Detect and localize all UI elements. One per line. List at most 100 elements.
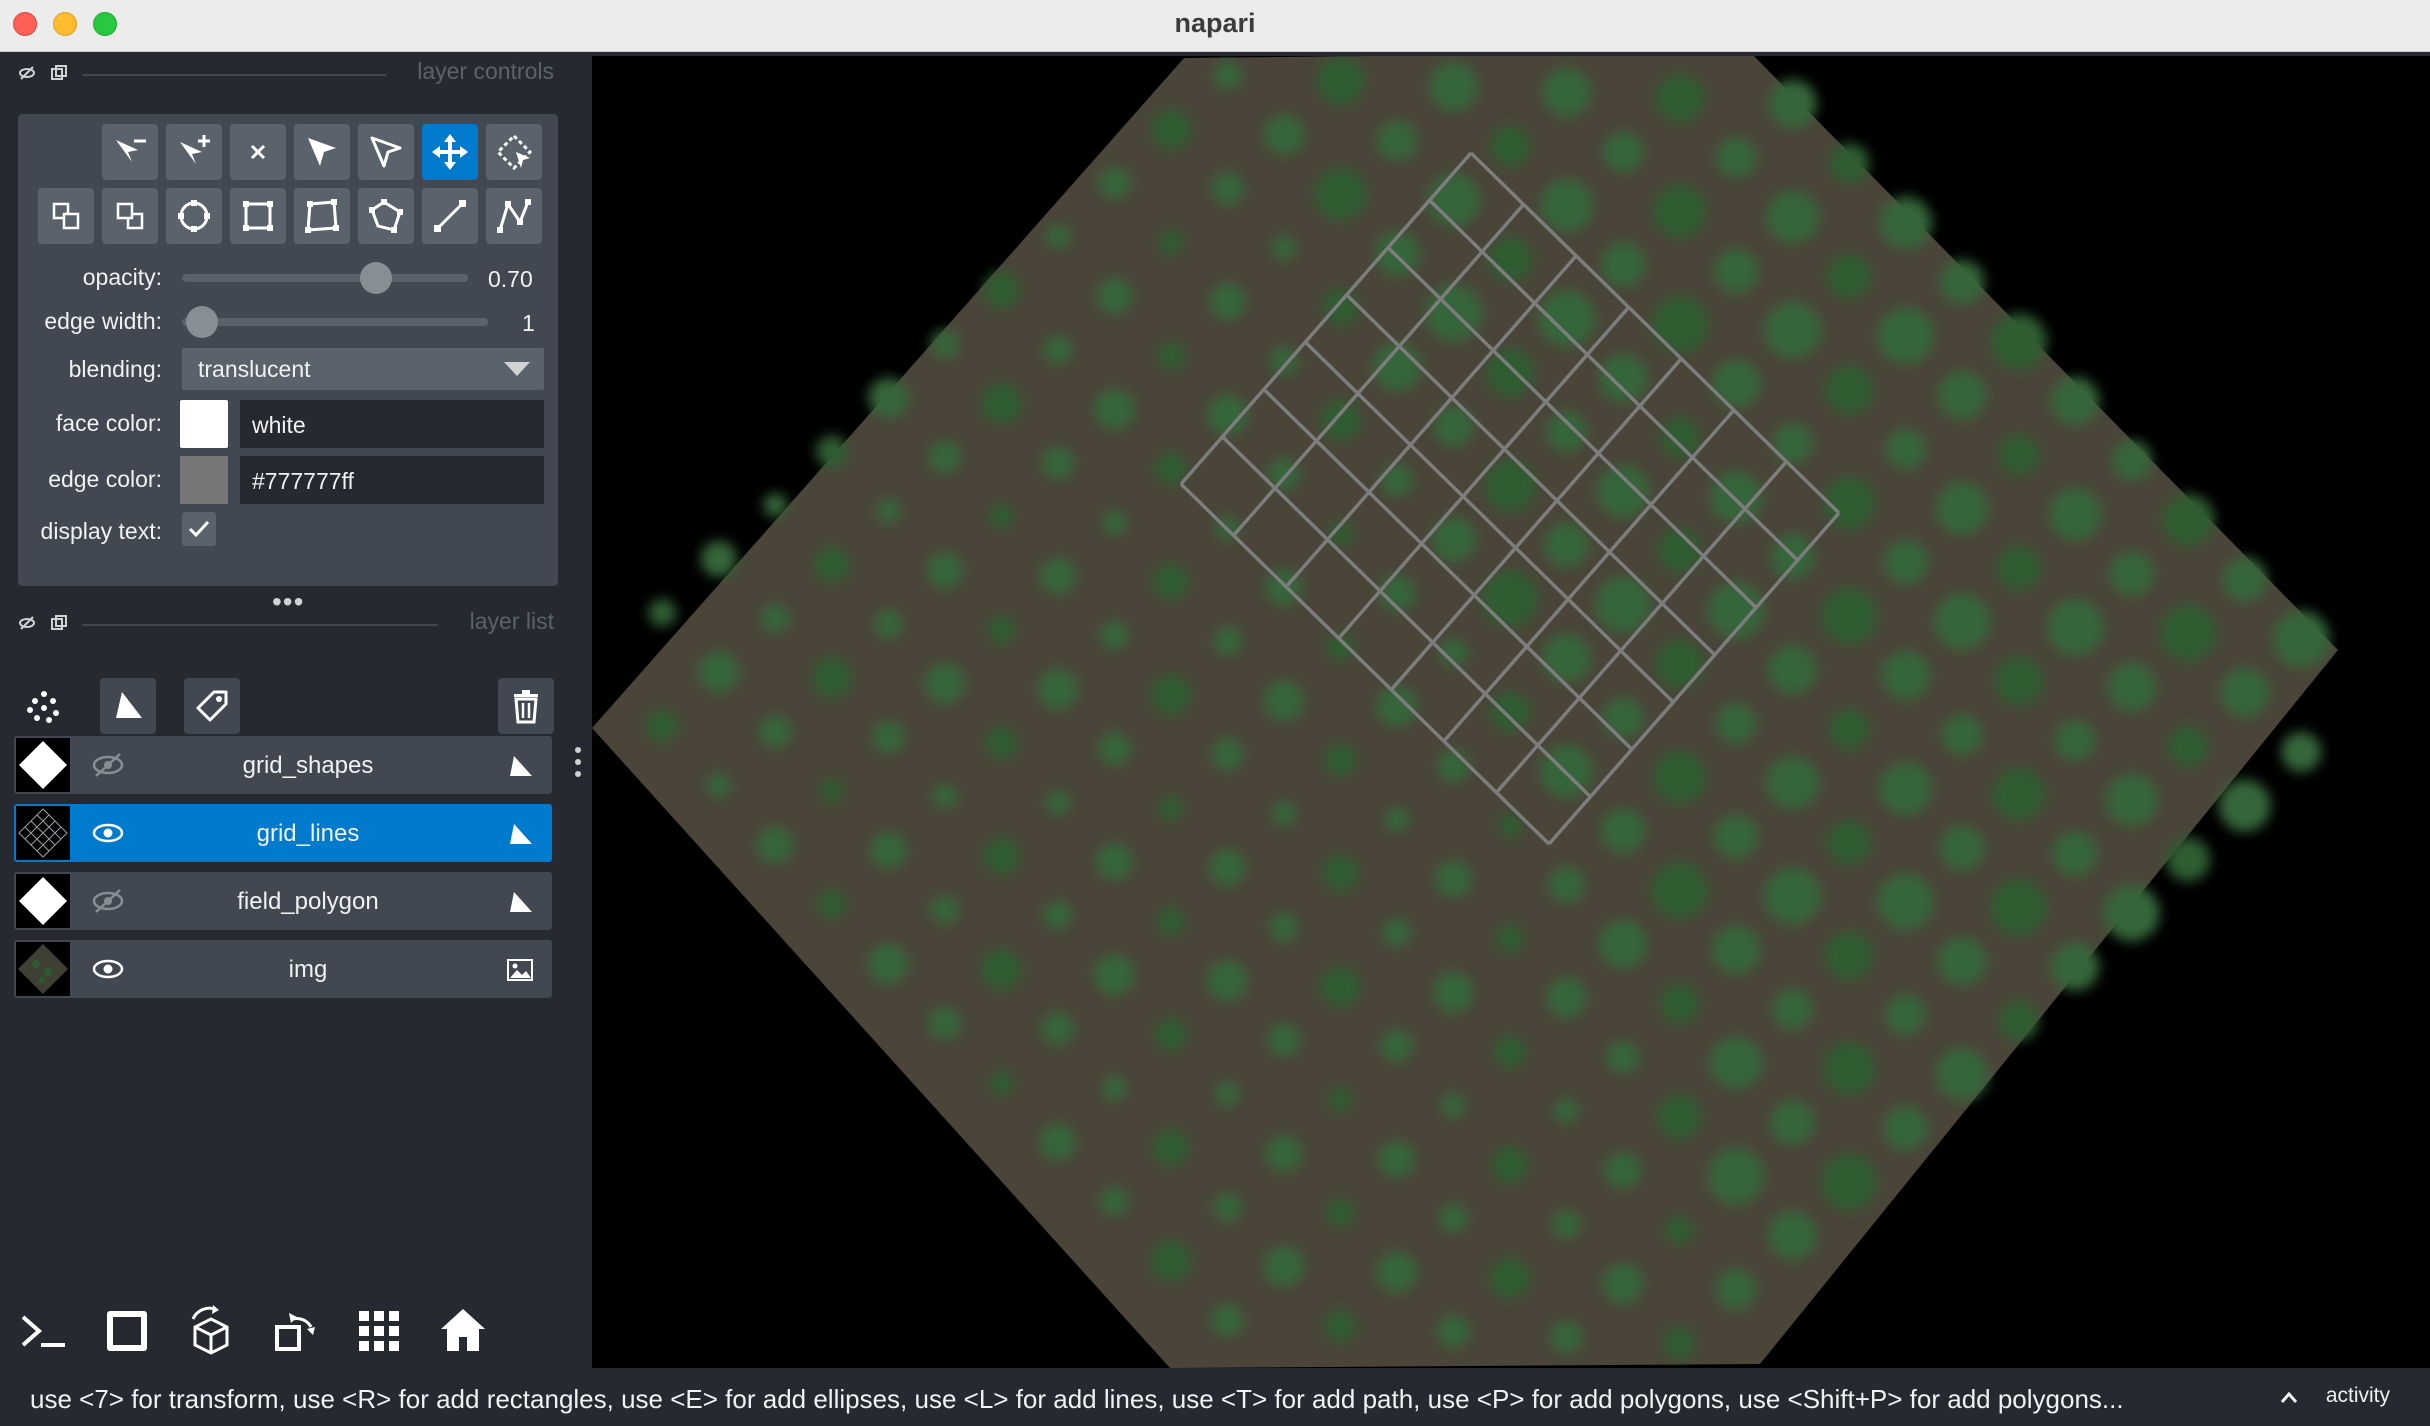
face-color-input[interactable]: white [240,400,544,448]
direct-select-button[interactable] [358,124,414,180]
blending-dropdown[interactable]: translucent [182,348,544,390]
plant-blob [1429,62,1478,111]
move-back-button[interactable] [38,188,94,244]
plant-blob [928,441,961,474]
add-polygon-lasso-button[interactable] [358,188,414,244]
plant-blob [1322,289,1359,326]
plant-blob [2055,720,2096,761]
plant-blob [815,435,848,468]
edge-color-input[interactable]: #777777ff [240,456,544,504]
console-button[interactable] [16,1304,70,1358]
layer-name[interactable]: field_polygon [124,888,492,916]
plant-blob [989,504,1014,529]
lasso-select-button[interactable] [486,124,542,180]
add-path-button[interactable] [486,188,542,244]
layer-item-grid-lines[interactable]: grid_lines [14,804,552,862]
edge-color-swatch[interactable] [180,456,228,504]
edge-width-slider[interactable] [182,318,488,326]
undock-icon[interactable] [50,614,68,632]
grid-view-button[interactable] [352,1304,406,1358]
visibility-on-icon[interactable] [90,956,126,982]
left-dock: layer controls opacity: 0.70 edge width:… [0,54,590,1367]
float-eye-icon[interactable] [18,64,36,82]
delete-layer-button[interactable] [498,678,554,734]
plant-blob [1544,523,1589,568]
plant-blob [1484,459,1537,512]
plant-blob [928,1007,961,1039]
plant-blob [1269,912,1298,941]
plant-blob [1158,796,1183,821]
image-layer-icon [507,959,533,981]
ndisplay-button[interactable] [100,1304,154,1358]
plant-blob [1153,563,1189,600]
shapes-layer-icon [510,892,532,912]
undock-icon[interactable] [50,64,68,82]
chevron-up-icon[interactable] [2280,1390,2298,1404]
move-front-button[interactable] [102,188,158,244]
visibility-off-icon[interactable] [90,752,126,778]
add-rectangle-button[interactable] [230,188,286,244]
plant-blob [1883,540,1928,585]
visibility-off-icon[interactable] [90,888,126,914]
delete-shape-button[interactable] [230,124,286,180]
layer-thumbnail [16,874,70,928]
visibility-on-icon[interactable] [90,820,126,846]
remove-point-button[interactable] [102,124,158,180]
new-points-layer-button[interactable] [16,678,72,734]
add-line-button[interactable] [422,188,478,244]
transpose-button[interactable] [268,1304,322,1358]
blending-label: blending: [68,356,162,382]
layer-name[interactable]: img [124,956,492,984]
plant-blob [1100,1187,1129,1216]
vertical-splitter-handle[interactable] [574,744,582,784]
plant-blob [1324,1309,1357,1342]
edge-color-value: #777777ff [252,468,354,494]
plant-blob [1663,1327,1696,1359]
plant-blob [2111,440,2152,481]
face-color-swatch[interactable] [180,400,228,448]
display-text-checkbox[interactable] [182,512,216,546]
new-shapes-layer-button[interactable] [100,678,156,734]
new-labels-layer-button[interactable] [184,678,240,734]
line-icon [434,200,466,232]
layer-item-field-polygon[interactable]: field_polygon [14,872,552,930]
add-polygon-button[interactable] [294,188,350,244]
viewer-canvas[interactable] [592,56,2430,1368]
home-button[interactable] [436,1304,490,1358]
opacity-slider[interactable] [182,274,468,282]
opacity-slider-handle[interactable] [359,262,392,294]
ndisplay-icon [107,1311,147,1351]
plant-blob [1942,714,1983,755]
plant-blob [1998,1000,2039,1041]
select-button[interactable] [294,124,350,180]
shapes-layer-icon [510,824,532,844]
edge-width-slider-handle[interactable] [186,306,218,338]
layer-list-title: layer list [469,608,554,634]
plant-blob [646,709,679,742]
plant-blob [817,890,846,919]
plant-blob [1043,901,1072,930]
plant-blob [1150,1240,1191,1281]
add-ellipse-button[interactable] [166,188,222,244]
plant-blob [1263,1246,1304,1287]
plant-blob [1715,1269,1756,1310]
activity-button[interactable]: activity [2326,1384,2390,1408]
plant-blob [819,779,844,803]
roll-button[interactable] [184,1304,238,1358]
layer-name[interactable]: grid_shapes [124,752,492,780]
layer-item-img[interactable]: img [14,940,552,998]
delete-layer-icon [514,690,538,724]
plant-blob [1039,1123,1076,1160]
layer-name[interactable]: grid_lines [124,820,492,848]
plant-blob [1821,587,1878,644]
plant-blob [1213,627,1242,656]
plant-blob [1714,814,1758,859]
plant-blob [1328,1087,1353,1112]
plant-blob [1098,732,1131,765]
float-eye-icon[interactable] [18,614,36,632]
plant-blob [868,377,909,418]
layer-item-grid-shapes[interactable]: grid_shapes [14,736,552,794]
plant-blob [1382,918,1411,947]
add-point-button[interactable] [166,124,222,180]
transform-button[interactable] [422,124,478,180]
